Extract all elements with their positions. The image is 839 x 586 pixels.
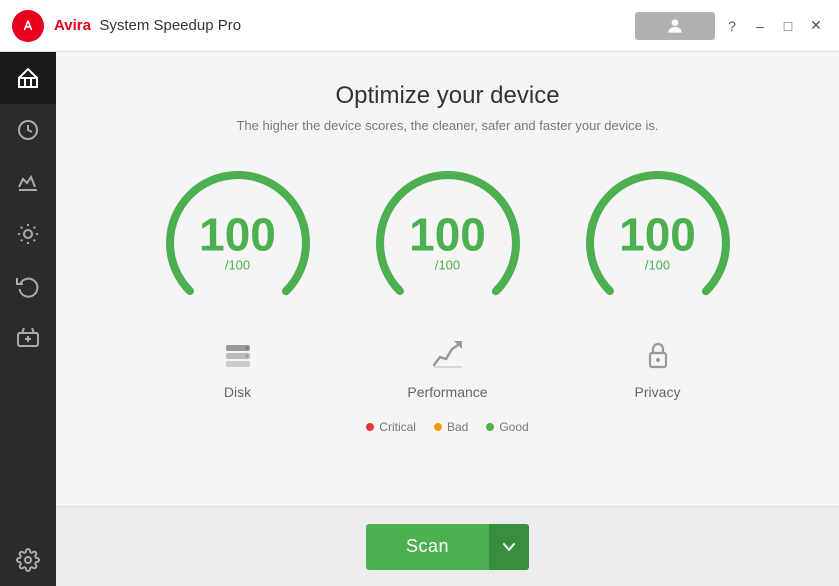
- sidebar-item-games[interactable]: [0, 312, 56, 364]
- legend-good-dot: [486, 423, 494, 431]
- gauge-privacy-label: Privacy: [635, 384, 681, 400]
- window-controls: ? – □ ✕: [635, 12, 827, 40]
- gauge-privacy-circle: 100 /100: [578, 163, 738, 323]
- gauge-disk-label: Disk: [224, 384, 251, 400]
- games-icon: [16, 326, 40, 350]
- minimize-button[interactable]: –: [749, 15, 771, 37]
- optimizer-icon: [16, 170, 40, 194]
- brand-name: Avira: [54, 17, 91, 34]
- settings-icon: [16, 548, 40, 572]
- scan-dropdown-button[interactable]: [489, 524, 529, 570]
- recovery-icon: [16, 274, 40, 298]
- legend-good-label: Good: [499, 420, 528, 434]
- app-subtitle: System Speedup Pro: [99, 17, 241, 34]
- gauge-disk-score: 100: [199, 211, 276, 257]
- chevron-down-icon: [502, 540, 516, 554]
- gauge-performance-score: 100: [409, 211, 486, 257]
- legend-critical: Critical: [366, 420, 416, 434]
- content-top: Optimize your device The higher the devi…: [56, 52, 839, 506]
- close-button[interactable]: ✕: [805, 15, 827, 37]
- clock-icon: [16, 118, 40, 142]
- gauge-performance: 100 /100 Performance: [358, 163, 538, 400]
- legend-critical-dot: [366, 423, 374, 431]
- help-button[interactable]: ?: [721, 15, 743, 37]
- gauge-privacy-center: 100 /100: [619, 211, 696, 272]
- gauge-disk: 100 /100 Disk: [148, 163, 328, 400]
- page-title: Optimize your device: [335, 82, 559, 110]
- title-bar: Avira System Speedup Pro ? – □ ✕: [0, 0, 839, 52]
- cleaner-icon: [16, 222, 40, 246]
- gauge-privacy: 100 /100 Privacy: [568, 163, 748, 400]
- legend-bad: Bad: [434, 420, 468, 434]
- gauge-performance-label: Performance: [407, 384, 487, 400]
- legend: Critical Bad Good: [366, 420, 528, 434]
- sidebar-item-optimizer[interactable]: [0, 156, 56, 208]
- sidebar-item-history[interactable]: [0, 104, 56, 156]
- gauge-performance-center: 100 /100: [409, 211, 486, 272]
- scan-button[interactable]: Scan: [366, 524, 489, 570]
- home-icon: [16, 66, 40, 90]
- legend-good: Good: [486, 420, 528, 434]
- legend-critical-label: Critical: [379, 420, 416, 434]
- gauge-disk-circle: 100 /100: [158, 163, 318, 323]
- gauges-row: 100 /100 Disk: [148, 163, 748, 400]
- sidebar-item-cleaner[interactable]: [0, 208, 56, 260]
- main-layout: Optimize your device The higher the devi…: [0, 52, 839, 586]
- content-area: Optimize your device The higher the devi…: [56, 52, 839, 586]
- legend-bad-dot: [434, 423, 442, 431]
- app-logo: [12, 10, 44, 42]
- gauge-performance-circle: 100 /100: [368, 163, 528, 323]
- app-title: Avira System Speedup Pro: [54, 17, 241, 34]
- maximize-button[interactable]: □: [777, 15, 799, 37]
- gauge-privacy-score: 100: [619, 211, 696, 257]
- sidebar-item-home[interactable]: [0, 52, 56, 104]
- user-button[interactable]: [635, 12, 715, 40]
- sidebar: [0, 52, 56, 586]
- sidebar-item-recovery[interactable]: [0, 260, 56, 312]
- gauge-disk-center: 100 /100: [199, 211, 276, 272]
- bottom-bar: Scan: [56, 506, 839, 586]
- sidebar-item-settings[interactable]: [0, 534, 56, 586]
- legend-bad-label: Bad: [447, 420, 468, 434]
